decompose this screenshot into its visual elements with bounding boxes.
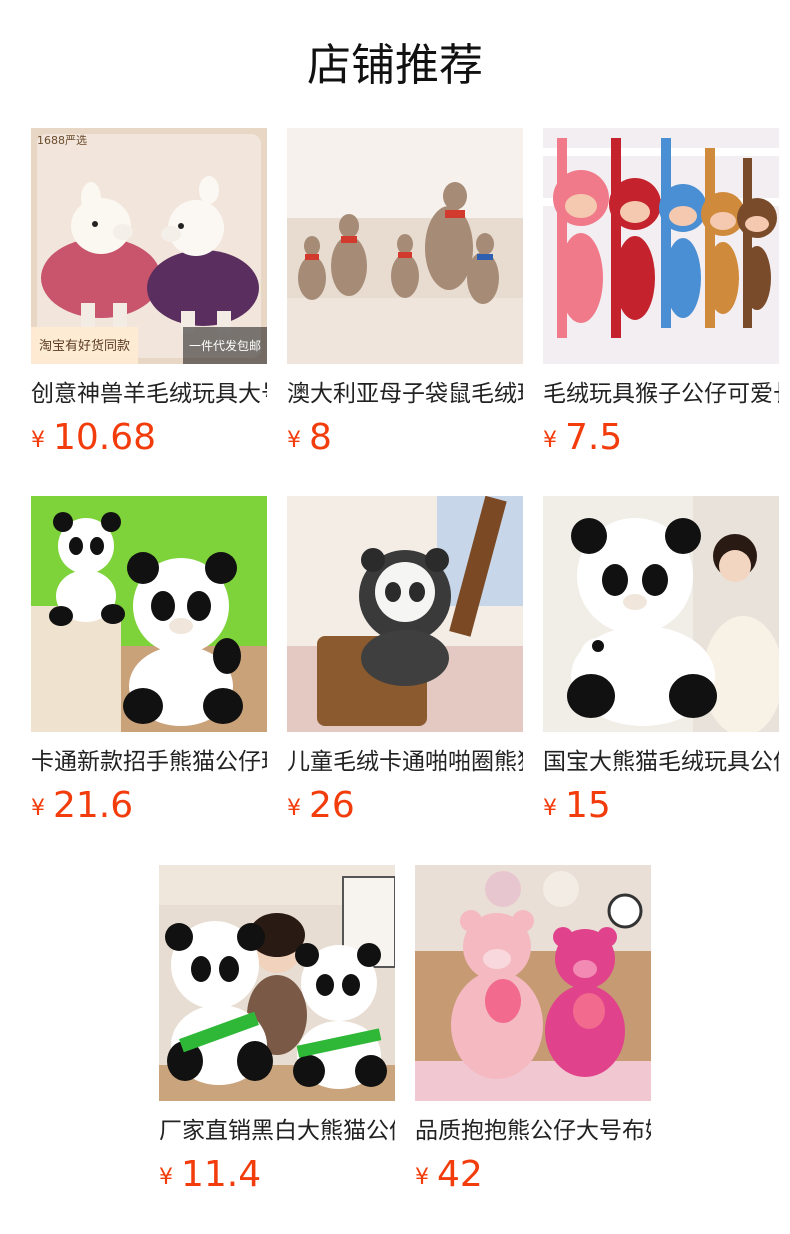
price-value: 11.4	[181, 1154, 262, 1195]
product-image[interactable]	[543, 496, 779, 732]
product-card[interactable]: 厂家直销黑白大熊猫公仔 ¥11.4	[159, 865, 395, 1197]
price-value: 8	[309, 417, 332, 458]
product-price: ¥26	[287, 784, 523, 828]
product-price: ¥42	[415, 1153, 651, 1197]
product-grid: 1688严选 淘宝有好货同款 一件代发包邮 创意神兽羊毛绒玩具大号公仔 ¥10.…	[0, 0, 790, 1234]
product-name[interactable]: 儿童毛绒卡通啪啪圈熊猫	[287, 746, 523, 778]
product-image[interactable]	[287, 128, 523, 364]
price-value: 7.5	[565, 417, 623, 458]
product-image[interactable]	[543, 128, 779, 364]
product-image[interactable]	[159, 865, 395, 1101]
product-image[interactable]	[31, 496, 267, 732]
product-image[interactable]: 1688严选 淘宝有好货同款 一件代发包邮	[31, 128, 267, 364]
promo-badge: 淘宝有好货同款	[31, 327, 139, 364]
price-value: 26	[309, 785, 355, 826]
product-price: ¥21.6	[31, 784, 267, 828]
currency-symbol: ¥	[159, 1165, 173, 1190]
product-image[interactable]	[287, 496, 523, 732]
currency-symbol: ¥	[415, 1165, 429, 1190]
product-name[interactable]: 创意神兽羊毛绒玩具大号公仔	[31, 378, 267, 410]
currency-symbol: ¥	[543, 796, 557, 821]
price-value: 10.68	[53, 417, 157, 458]
product-price: ¥10.68	[31, 416, 267, 460]
product-name[interactable]: 卡通新款招手熊猫公仔玩具	[31, 746, 267, 778]
product-name[interactable]: 毛绒玩具猴子公仔可爱长臂猴	[543, 378, 779, 410]
price-value: 42	[437, 1154, 483, 1195]
shipping-badge: 一件代发包邮	[182, 327, 267, 364]
product-price: ¥15	[543, 784, 779, 828]
currency-symbol: ¥	[287, 428, 301, 453]
currency-symbol: ¥	[287, 796, 301, 821]
product-name[interactable]: 国宝大熊猫毛绒玩具公仔	[543, 746, 779, 778]
product-card[interactable]: 毛绒玩具猴子公仔可爱长臂猴 ¥7.5	[543, 128, 779, 460]
product-card[interactable]: 儿童毛绒卡通啪啪圈熊猫 ¥26	[287, 496, 523, 828]
product-name[interactable]: 品质抱抱熊公仔大号布娃娃	[415, 1115, 651, 1147]
product-name[interactable]: 澳大利亚母子袋鼠毛绒玩具	[287, 378, 523, 410]
product-price: ¥8	[287, 416, 523, 460]
currency-symbol: ¥	[543, 428, 557, 453]
product-card[interactable]: 品质抱抱熊公仔大号布娃娃 ¥42	[415, 865, 651, 1197]
product-price: ¥7.5	[543, 416, 779, 460]
product-image[interactable]	[415, 865, 651, 1101]
product-card[interactable]: 国宝大熊猫毛绒玩具公仔 ¥15	[543, 496, 779, 828]
product-price: ¥11.4	[159, 1153, 395, 1197]
price-value: 15	[565, 785, 611, 826]
product-card[interactable]: 卡通新款招手熊猫公仔玩具 ¥21.6	[31, 496, 267, 828]
product-card[interactable]: 澳大利亚母子袋鼠毛绒玩具 ¥8	[287, 128, 523, 460]
brand-badge: 1688严选	[37, 134, 87, 147]
currency-symbol: ¥	[31, 428, 45, 453]
currency-symbol: ¥	[31, 796, 45, 821]
product-card[interactable]: 1688严选 淘宝有好货同款 一件代发包邮 创意神兽羊毛绒玩具大号公仔 ¥10.…	[31, 128, 267, 460]
product-name[interactable]: 厂家直销黑白大熊猫公仔	[159, 1115, 395, 1147]
price-value: 21.6	[53, 785, 134, 826]
